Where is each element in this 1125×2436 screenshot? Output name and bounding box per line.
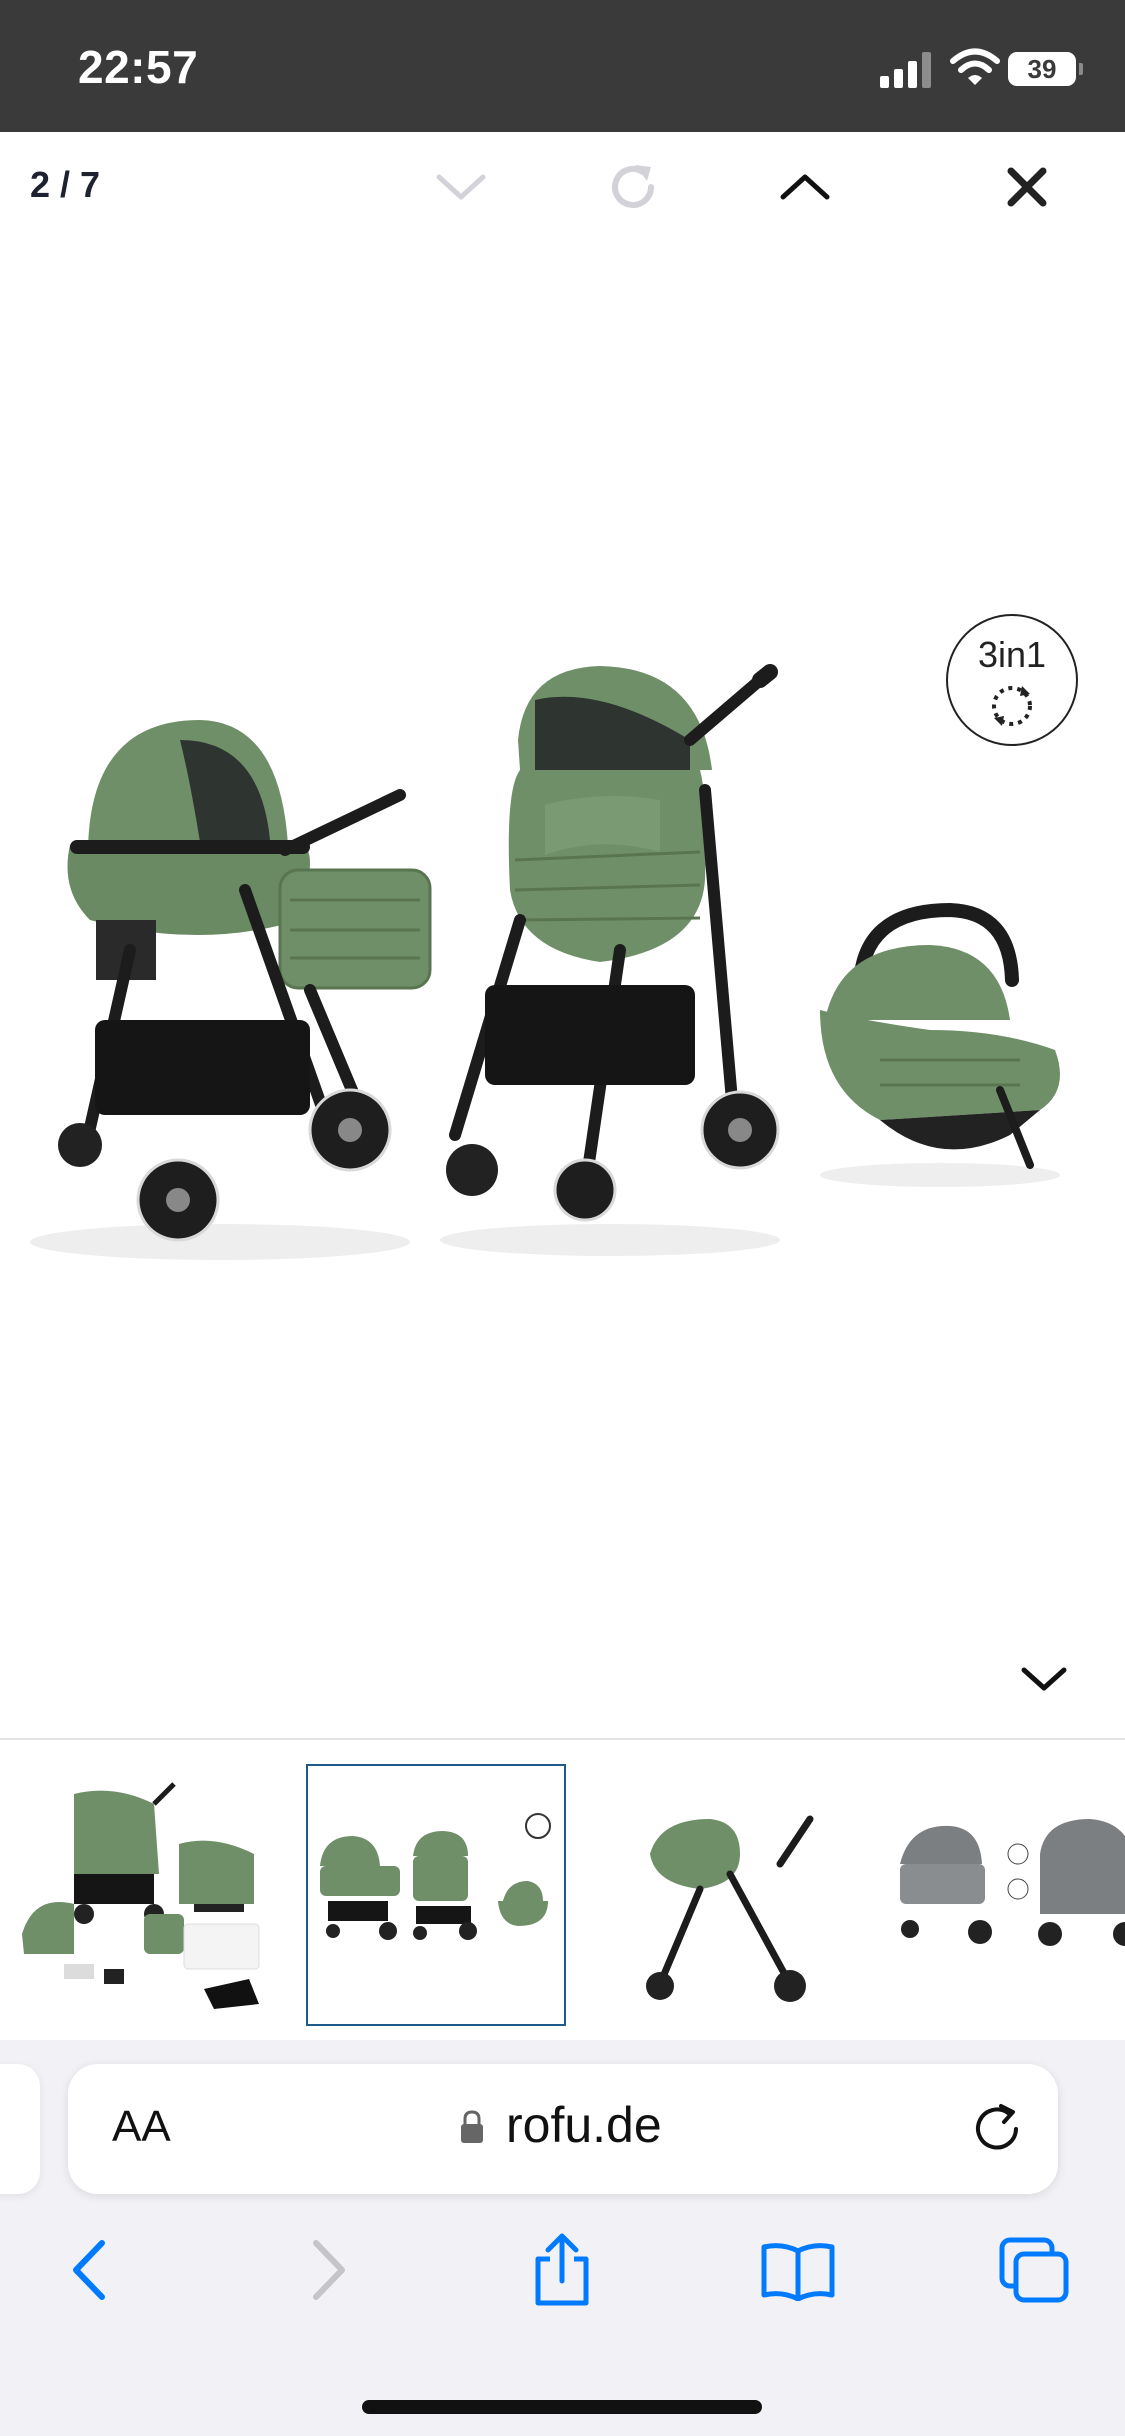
browser-toolbar: AA rofu.de: [0, 2040, 1125, 2436]
tabs-icon: [999, 2237, 1069, 2303]
image-counter: 2 / 7: [30, 164, 101, 205]
share-icon: [535, 2233, 589, 2306]
next-image-button[interactable]: [770, 152, 840, 222]
url-text[interactable]: rofu.de: [506, 2096, 662, 2154]
reload-icon[interactable]: [968, 2100, 1026, 2158]
forward-icon: [313, 2240, 345, 2300]
thumbnail-3-image: [646, 1815, 814, 2002]
expand-thumbnails-button[interactable]: [1010, 1652, 1078, 1708]
back-icon: [73, 2240, 105, 2300]
text-size-button[interactable]: AA: [112, 2102, 171, 2152]
cellular-signal-icon: [880, 52, 931, 88]
thumbnail-3[interactable]: [600, 1764, 860, 2026]
thumbnail-strip[interactable]: [0, 1738, 1125, 2042]
thumbnail-2-image: [320, 1813, 551, 1940]
forward-button[interactable]: [290, 2230, 370, 2310]
back-button[interactable]: [48, 2230, 128, 2310]
thumbnail-4[interactable]: [890, 1764, 1125, 2026]
bookmarks-icon: [761, 2243, 835, 2301]
thumbnail-2[interactable]: [306, 1764, 566, 2026]
close-button[interactable]: [992, 152, 1062, 222]
status-time: 22:57: [78, 41, 199, 93]
main-product-image: [30, 664, 1060, 1260]
rotate-icon: [612, 165, 654, 208]
thumbnail-1[interactable]: [14, 1764, 274, 2026]
status-bar: 22:57 39: [0, 0, 1125, 132]
chevron-up-icon: [780, 174, 830, 200]
previous-image-button[interactable]: [426, 152, 496, 222]
thumbnail-1-image: [22, 1782, 260, 2009]
stroller-carrycot-illustration: [30, 720, 432, 1260]
home-indicator: [362, 2400, 762, 2414]
car-seat-illustration: [820, 902, 1060, 1187]
thumbnail-4-image: [900, 1819, 1125, 1946]
viewer-toolbar: 2 / 7: [0, 132, 1125, 242]
stroller-seat-illustration: [440, 664, 780, 1256]
lock-icon: [461, 2110, 483, 2143]
chevron-down-icon: [1021, 1667, 1067, 1691]
share-button[interactable]: [522, 2230, 602, 2310]
tabs-button[interactable]: [994, 2230, 1074, 2310]
wifi-icon: [950, 48, 1000, 85]
chevron-down-icon: [436, 174, 486, 200]
rotate-button[interactable]: [598, 152, 668, 222]
battery-icon: 39: [1008, 52, 1083, 86]
address-bar[interactable]: AA rofu.de: [68, 2064, 1058, 2194]
previous-tab-preview[interactable]: [0, 2064, 40, 2194]
close-icon: [1007, 167, 1047, 207]
bookmarks-button[interactable]: [758, 2230, 838, 2310]
